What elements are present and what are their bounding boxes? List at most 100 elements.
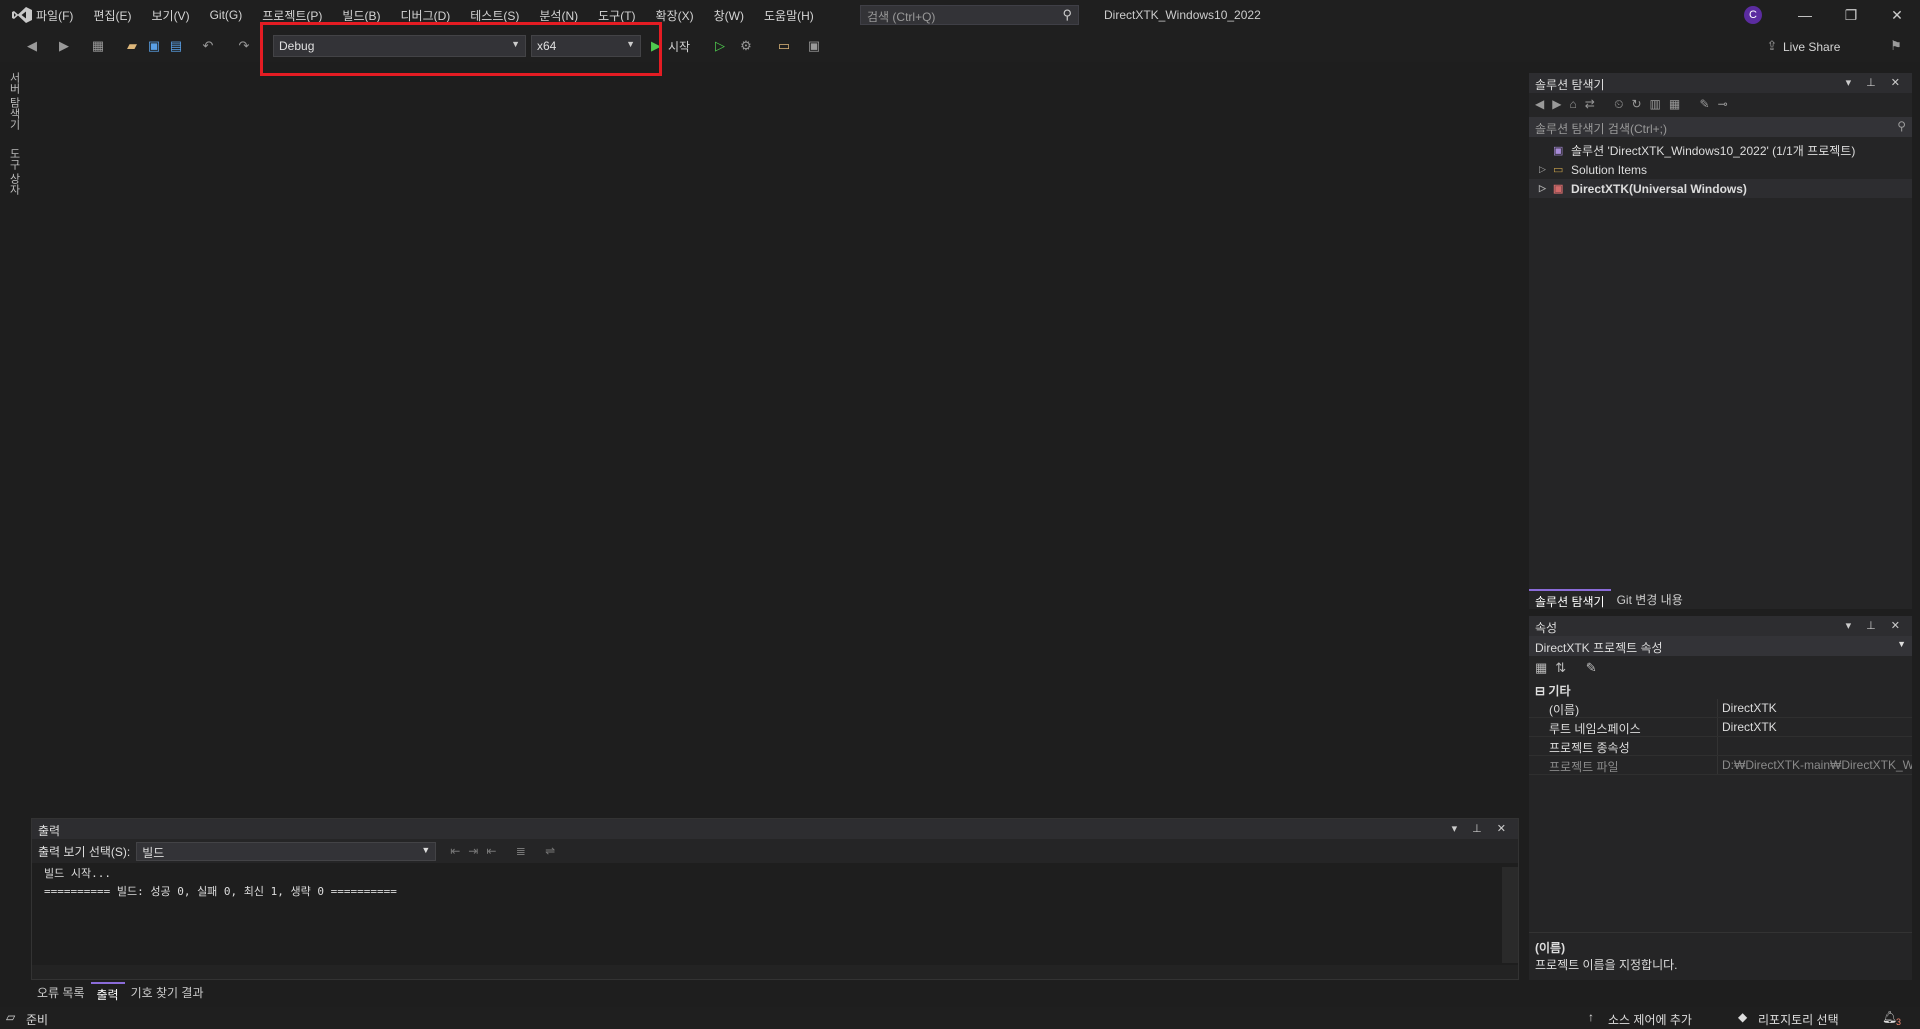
menu-debug[interactable]: 디버그(D): [400, 7, 450, 24]
property-row[interactable]: 프로젝트 파일 D:₩DirectXTK-main₩DirectXTK_Win: [1529, 756, 1912, 775]
menu-test[interactable]: 테스트(S): [470, 7, 519, 24]
menu-extensions[interactable]: 확장(X): [656, 7, 694, 24]
menu-file[interactable]: 파일(F): [36, 7, 73, 24]
redo-icon[interactable]: ↷: [236, 38, 252, 54]
undo-icon[interactable]: ↶: [200, 38, 216, 54]
menu-help[interactable]: 도움말(H): [764, 7, 814, 24]
start-without-debug-icon[interactable]: ▷: [712, 38, 728, 54]
output-header: 출력 ▾ ⊥ ✕: [32, 819, 1518, 839]
property-value[interactable]: [1717, 737, 1912, 755]
solution-icon: ▣: [1553, 145, 1564, 157]
tab-find-symbol-results[interactable]: 기호 찾기 결과: [125, 982, 210, 1002]
properties-toolbar[interactable]: ▦⇅ ✎: [1529, 656, 1912, 680]
tab-git-changes[interactable]: Git 변경 내용: [1611, 589, 1689, 609]
horizontal-scrollbar[interactable]: [32, 965, 1518, 979]
menu-edit[interactable]: 편집(E): [93, 7, 131, 24]
menu-analyze[interactable]: 분석(N): [539, 7, 578, 24]
property-key: 프로젝트 종속성: [1549, 741, 1630, 755]
close-icon[interactable]: ✕: [1882, 4, 1912, 26]
git-icon: ◆: [1738, 1010, 1748, 1024]
properties-category[interactable]: ⊟ 기타: [1529, 680, 1912, 699]
output-tabs: 오류 목록 출력 기호 찾기 결과: [31, 982, 210, 1002]
solution-search-placeholder: 솔루션 탐색기 검색(Ctrl+;): [1535, 122, 1667, 136]
solution-explorer-tabs: 솔루션 탐색기 Git 변경 내용: [1529, 589, 1689, 609]
select-repository[interactable]: 리포지토리 선택: [1758, 1011, 1839, 1028]
output-source-dropdown[interactable]: 빌드 ▼: [136, 841, 437, 861]
tab-output[interactable]: 출력: [90, 982, 125, 1002]
minimize-icon[interactable]: —: [1790, 4, 1820, 26]
property-key: (이름): [1549, 703, 1580, 717]
output-toolbar: 출력 보기 선택(S): 빌드 ▼ ⇤⇥⇤ ≣ ⇌: [32, 839, 1518, 863]
tab-solution-explorer[interactable]: 솔루션 탐색기: [1529, 589, 1611, 609]
forward-icon[interactable]: ▶: [56, 38, 72, 54]
show-output-label: 출력 보기 선택(S):: [38, 844, 131, 859]
menu-tools[interactable]: 도구(T): [598, 7, 635, 24]
server-explorer-tab[interactable]: 서버 탐색기: [6, 72, 22, 130]
property-value[interactable]: D:₩DirectXTK-main₩DirectXTK_Win: [1717, 756, 1912, 774]
vertical-scrollbar[interactable]: [1502, 867, 1518, 963]
solution-explorer-toolbar[interactable]: ◀▶⌂⇄ ⏲↻▥▦ ✎⊸: [1529, 93, 1912, 117]
start-button-label[interactable]: 시작: [668, 38, 690, 55]
expand-icon[interactable]: ▷: [1539, 183, 1553, 194]
menu-view[interactable]: 보기(V): [151, 7, 189, 24]
collapse-icon[interactable]: ⊟: [1535, 684, 1545, 698]
chevron-down-icon: ▼: [1897, 639, 1906, 649]
description-text: 프로젝트 이름을 지정합니다.: [1535, 958, 1678, 972]
folder-view-icon[interactable]: ▭: [776, 38, 792, 54]
search-icon: ⚲: [1897, 119, 1906, 133]
menu-window[interactable]: 창(W): [714, 7, 744, 24]
toolbox-tab[interactable]: 도구 상자: [6, 148, 22, 195]
ready-icon: ▱: [6, 1010, 16, 1024]
property-row[interactable]: 루트 네임스페이스 DirectXTK: [1529, 718, 1912, 737]
open-folder-icon[interactable]: ▰: [124, 38, 140, 54]
solution-explorer-title: 솔루션 탐색기: [1535, 78, 1605, 92]
tree-solution[interactable]: ▣ 솔루션 'DirectXTK_Windows10_2022' (1/1개 프…: [1529, 141, 1912, 160]
search-box[interactable]: 검색 (Ctrl+Q) ⚲: [860, 5, 1079, 25]
output-text-line: 빌드 시작...: [44, 867, 111, 880]
live-share-button[interactable]: Live Share: [1783, 40, 1840, 54]
menu-build[interactable]: 빌드(B): [342, 7, 380, 24]
solution-explorer-panel: 솔루션 탐색기 ▾ ⊥ ✕ ◀▶⌂⇄ ⏲↻▥▦ ✎⊸ 솔루션 탐색기 검색(Ct…: [1529, 73, 1912, 609]
upload-icon: ↑: [1588, 1010, 1594, 1024]
search-icon: ⚲: [1062, 7, 1072, 22]
property-row[interactable]: (이름) DirectXTK: [1529, 699, 1912, 718]
notification-count: 3: [1896, 1017, 1902, 1027]
properties-title: 속성: [1535, 621, 1558, 635]
menu-project[interactable]: 프로젝트(P): [262, 7, 322, 24]
tree-label: DirectXTK(Universal Windows): [1571, 181, 1747, 196]
property-row[interactable]: 프로젝트 종속성: [1529, 737, 1912, 756]
output-text-line: ========== 빌드: 성공 0, 실패 0, 최신 1, 생략 0 ==…: [44, 885, 397, 898]
restore-icon[interactable]: ❐: [1836, 4, 1866, 26]
save-icon[interactable]: ▣: [146, 38, 162, 54]
expand-icon[interactable]: ▷: [1539, 164, 1553, 175]
live-share-icon[interactable]: ⇪: [1764, 38, 1780, 54]
feedback-icon[interactable]: ⚑: [1888, 38, 1904, 54]
property-key: 루트 네임스페이스: [1549, 722, 1641, 736]
status-ready: 준비: [26, 1013, 49, 1027]
add-to-source-control[interactable]: 소스 제어에 추가: [1608, 1011, 1692, 1028]
properties-object: DirectXTK 프로젝트 속성: [1535, 641, 1663, 655]
menu-git[interactable]: Git(G): [210, 8, 243, 22]
output-toolbar-icons[interactable]: ⇤⇥⇤ ≣ ⇌: [450, 844, 563, 858]
notification-bell-icon[interactable]: 🔔︎: [1882, 1010, 1897, 1024]
panel-controls[interactable]: ▾ ⊥ ✕: [1452, 822, 1512, 835]
tab-error-list[interactable]: 오류 목록: [31, 982, 91, 1002]
back-icon[interactable]: ◀: [24, 38, 40, 54]
save-all-icon[interactable]: ▤: [168, 38, 184, 54]
avatar[interactable]: C: [1744, 6, 1762, 24]
property-value[interactable]: DirectXTK: [1717, 699, 1912, 717]
panel-controls[interactable]: ▾ ⊥ ✕: [1846, 619, 1906, 632]
attach-process-icon[interactable]: ⚙: [738, 38, 754, 54]
tree-solution-items[interactable]: ▷ ▭ Solution Items: [1529, 160, 1912, 179]
property-value[interactable]: DirectXTK: [1717, 718, 1912, 736]
window-layout-icon[interactable]: ▣: [806, 38, 822, 54]
solution-search-input[interactable]: 솔루션 탐색기 검색(Ctrl+;) ⚲: [1529, 117, 1912, 137]
tree-directxtk-project[interactable]: ▷ ▣ DirectXTK(Universal Windows): [1529, 179, 1912, 198]
panel-controls[interactable]: ▾ ⊥ ✕: [1846, 76, 1906, 89]
properties-object-selector[interactable]: DirectXTK 프로젝트 속성 ▼: [1529, 636, 1912, 656]
category-label: 기타: [1548, 684, 1571, 698]
highlight-box: [260, 22, 662, 76]
tree-label: 솔루션 'DirectXTK_Windows10_2022' (1/1개 프로젝…: [1571, 144, 1856, 158]
new-project-icon[interactable]: ▦: [90, 38, 106, 54]
visual-studio-logo-icon[interactable]: [12, 7, 32, 23]
